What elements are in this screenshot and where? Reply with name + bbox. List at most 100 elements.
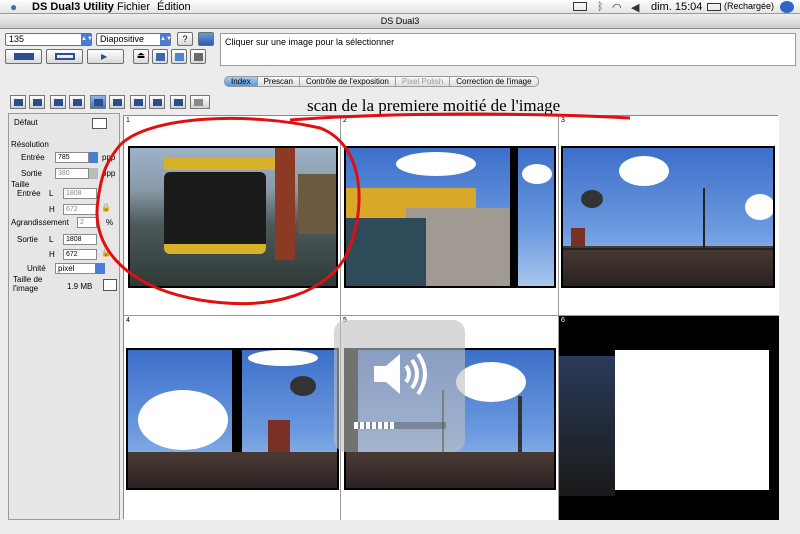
size-label: Taille — [11, 180, 30, 189]
cloud — [456, 362, 526, 402]
tool-button-2[interactable] — [171, 49, 187, 64]
monitor-icon[interactable] — [573, 2, 587, 11]
frame-thumbnail[interactable] — [126, 348, 339, 490]
scan-mode-button-2[interactable] — [46, 49, 83, 64]
resolution-label: Résolution — [11, 140, 49, 149]
tab-pixel-polish[interactable]: Pixel Polish — [395, 76, 451, 87]
enlargement-field[interactable]: 2 — [77, 217, 97, 228]
clock[interactable]: dim. 15:04 — [651, 1, 702, 13]
flip-vertical-icon — [73, 99, 82, 106]
ppp-label: ppp — [102, 153, 116, 162]
width-label: L — [49, 235, 54, 244]
tab-prescan[interactable]: Prescan — [257, 76, 300, 87]
spotlight-icon[interactable] — [780, 1, 794, 13]
rotate-left-button[interactable] — [10, 95, 26, 109]
mooring-post — [275, 148, 295, 260]
frame-thumbnail[interactable] — [128, 146, 338, 288]
size-output-width-field[interactable]: 1808 — [63, 234, 97, 245]
eject-button[interactable]: ⏏ — [133, 49, 149, 64]
output-label: Sortie — [21, 169, 42, 178]
lock-icon[interactable]: 🔒 — [101, 203, 111, 212]
scanner-icon[interactable] — [198, 32, 214, 46]
bluetooth-icon[interactable]: ᛒ — [597, 1, 604, 13]
frame-thumbnail[interactable] — [344, 146, 556, 288]
grid-icon — [174, 99, 183, 106]
unit-label: Unité — [27, 264, 46, 273]
tool-button-4[interactable] — [130, 95, 146, 109]
deck-railing — [346, 452, 554, 488]
size-input-height-field[interactable]: 672 — [63, 204, 97, 215]
tab-image-correction[interactable]: Correction de l'image — [450, 76, 539, 87]
frame-cell-6[interactable]: 6 — [559, 316, 779, 520]
height-label: H — [49, 250, 55, 259]
frame-cell-2[interactable]: 2 — [341, 116, 559, 316]
help-button[interactable]: ? — [177, 32, 193, 46]
settings-icon — [156, 53, 165, 61]
tab-index[interactable]: Index — [224, 76, 258, 87]
view-options-button[interactable] — [190, 95, 210, 109]
status-message: Cliquer sur une image pour la sélectionn… — [225, 37, 395, 47]
input-label: Entrée — [21, 153, 45, 162]
frame-cell-4[interactable]: 4 — [124, 316, 341, 520]
flip-vertical-button[interactable] — [69, 95, 85, 109]
eject-icon: ⏏ — [136, 50, 146, 60]
apple-icon[interactable]: ● — [10, 0, 17, 14]
boat-hull — [164, 172, 266, 254]
cloud — [396, 152, 476, 176]
select-all-button[interactable] — [109, 95, 125, 109]
frame-edge — [559, 356, 615, 496]
rotate-right-button[interactable] — [29, 95, 45, 109]
film-format-select[interactable]: 135 ▲▼ — [5, 33, 93, 46]
flip-horizontal-button[interactable] — [50, 95, 66, 109]
deck-railing — [563, 246, 773, 286]
size-output-label: Sortie — [17, 235, 38, 244]
filesize-value: 1.9 MB — [67, 282, 93, 291]
filesize-label: Taille de l'image — [13, 275, 43, 293]
frame-number: 3 — [561, 117, 565, 124]
tool-button-1[interactable] — [152, 49, 168, 64]
output-resolution-stepper[interactable] — [89, 168, 98, 179]
cloud — [138, 390, 228, 450]
tab-bar: Index Prescan Contrôle de l'exposition P… — [224, 76, 539, 87]
size-output-height-field[interactable]: 672 — [63, 249, 97, 260]
lock-icon[interactable]: 🔒 — [101, 248, 111, 257]
palm-tree — [518, 396, 522, 456]
select-frame-button[interactable] — [90, 95, 106, 109]
railing-bar — [563, 248, 773, 250]
frame-cell-3[interactable]: 3 — [559, 116, 779, 316]
app-menu[interactable]: DS Dual3 Utility — [32, 1, 114, 13]
scan-mode-button-1[interactable] — [5, 49, 42, 64]
film-frames-icon — [55, 53, 75, 60]
input-resolution-field[interactable]: 785 — [55, 152, 89, 163]
blank-frame[interactable] — [615, 350, 769, 490]
input-resolution-stepper[interactable] — [89, 152, 98, 163]
menu-bar: ● DS Dual3 Utility Fichier Édition ᛒ ◠ ◀… — [0, 0, 800, 14]
tool-button-3[interactable] — [190, 49, 206, 64]
frame-cell-1[interactable]: 1 — [124, 116, 341, 316]
percent-label: % — [106, 218, 114, 227]
frame-thumbnail[interactable] — [561, 146, 775, 288]
tool-button-5[interactable] — [149, 95, 165, 109]
battery-status[interactable]: (Rechargée) — [724, 1, 774, 11]
rotate-right-icon — [33, 99, 42, 106]
grid-icon — [134, 99, 143, 106]
output-resolution-field[interactable]: 380 — [55, 168, 89, 179]
volume-menu-icon[interactable]: ◀ — [631, 1, 639, 14]
menu-fichier[interactable]: Fichier — [117, 1, 150, 13]
quay — [298, 174, 336, 234]
default-select[interactable] — [92, 118, 107, 129]
frame-index-grid: 1 2 3 4 6 — [123, 115, 779, 520]
scan-button[interactable]: ▶ — [87, 49, 124, 64]
battery-icon[interactable] — [707, 3, 721, 11]
size-input-width-field[interactable]: 1808 — [63, 188, 97, 199]
status-message-box: Cliquer sur une image pour la sélectionn… — [220, 33, 796, 66]
menu-edition[interactable]: Édition — [157, 1, 191, 13]
tool-button-6[interactable] — [170, 95, 186, 109]
film-type-select[interactable]: Diapositive ▲▼ — [96, 33, 172, 46]
cloud — [248, 350, 318, 366]
tab-exposure-control[interactable]: Contrôle de l'exposition — [299, 76, 396, 87]
annotation-text: scan de la premiere moitié de l'image — [307, 96, 561, 115]
wifi-icon[interactable]: ◠ — [612, 1, 622, 14]
volume-level-fill — [354, 422, 396, 429]
enlargement-label: Agrandissement — [11, 218, 69, 227]
